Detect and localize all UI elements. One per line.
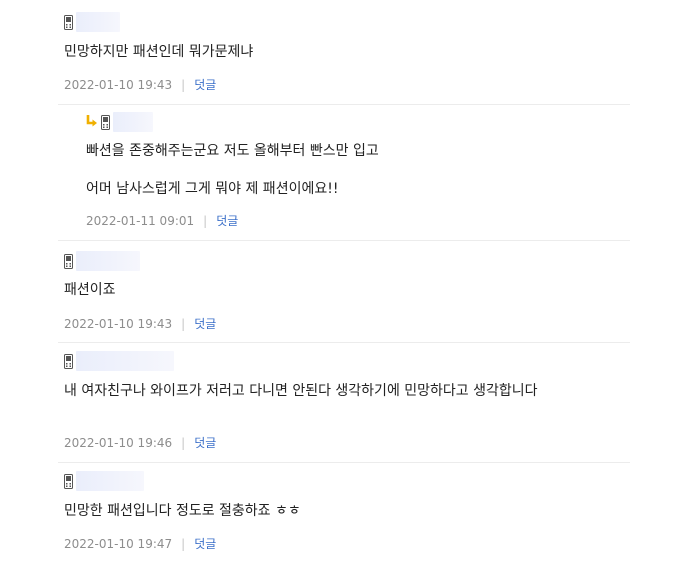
- comment-author: [64, 351, 174, 371]
- author-nickname-masked: [76, 12, 120, 32]
- comment-author: [86, 112, 153, 132]
- meta-divider: |: [181, 436, 186, 450]
- comment-text: 민망한 패션입니다 정도로 절충하죠 ㅎㅎ: [64, 503, 301, 519]
- comment-meta: 2022-01-10 19:43 | 덧글: [64, 77, 216, 93]
- meta-divider: |: [181, 537, 186, 551]
- author-nickname-masked: [76, 251, 140, 271]
- meta-divider: |: [181, 317, 186, 331]
- comment-divider: [58, 462, 630, 463]
- author-nickname-masked: [113, 112, 153, 132]
- comment-divider: [58, 104, 630, 105]
- comment-date: 2022-01-10 19:43: [64, 317, 173, 331]
- comment-author: [64, 12, 120, 32]
- meta-divider: |: [203, 214, 208, 228]
- mobile-phone-icon: [64, 473, 73, 489]
- reply-link[interactable]: 덧글: [194, 316, 216, 332]
- comment-item: 민망하지만 패션인데 뭐가문제냐 2022-01-10 19:43 | 덧글: [58, 12, 630, 98]
- comment-date: 2022-01-11 09:01: [86, 214, 195, 228]
- comment-meta: 2022-01-10 19:43 | 덧글: [64, 316, 216, 332]
- comment-meta: 2022-01-10 19:47 | 덧글: [64, 536, 216, 552]
- mobile-phone-icon: [64, 353, 73, 369]
- comment-divider: [58, 342, 630, 343]
- comment-item: 민망한 패션입니다 정도로 절충하죠 ㅎㅎ 2022-01-10 19:47 |…: [58, 471, 630, 557]
- comment-item: 내 여자친구나 와이프가 저러고 다니면 안된다 생각하기에 민망하다고 생각합…: [58, 351, 630, 455]
- mobile-phone-icon: [64, 14, 73, 30]
- reply-comment-item: 빠션을 존중해주는군요 저도 올해부터 빤스만 입고 어머 남사스럽게 그게 뭐…: [80, 112, 630, 232]
- reply-link[interactable]: 덧글: [194, 435, 216, 451]
- comment-meta: 2022-01-10 19:46 | 덧글: [64, 435, 216, 451]
- comment-date: 2022-01-10 19:43: [64, 78, 173, 92]
- reply-link[interactable]: 덧글: [194, 77, 216, 93]
- comment-item: 패션이죠 2022-01-10 19:43 | 덧글: [58, 251, 630, 337]
- author-nickname-masked: [76, 471, 144, 491]
- comment-author: [64, 471, 144, 491]
- author-nickname-masked: [76, 351, 174, 371]
- mobile-phone-icon: [101, 114, 110, 130]
- comment-text: 패션이죠: [64, 282, 116, 298]
- comment-text: 민망하지만 패션인데 뭐가문제냐: [64, 44, 254, 60]
- reply-link[interactable]: 덧글: [194, 536, 216, 552]
- comment-text: 빠션을 존중해주는군요 저도 올해부터 빤스만 입고: [86, 143, 379, 159]
- comment-divider: [58, 240, 630, 241]
- comment-text-line-2: 어머 남사스럽게 그게 뭐야 제 패션이에요!!: [86, 181, 339, 197]
- comment-meta: 2022-01-11 09:01 | 덧글: [86, 213, 238, 229]
- comment-text: 내 여자친구나 와이프가 저러고 다니면 안된다 생각하기에 민망하다고 생각합…: [64, 383, 538, 399]
- reply-arrow-icon: [86, 115, 97, 127]
- mobile-phone-icon: [64, 253, 73, 269]
- meta-divider: |: [181, 78, 186, 92]
- comment-author: [64, 251, 140, 271]
- comment-date: 2022-01-10 19:46: [64, 436, 173, 450]
- comment-date: 2022-01-10 19:47: [64, 537, 173, 551]
- reply-link[interactable]: 덧글: [216, 213, 238, 229]
